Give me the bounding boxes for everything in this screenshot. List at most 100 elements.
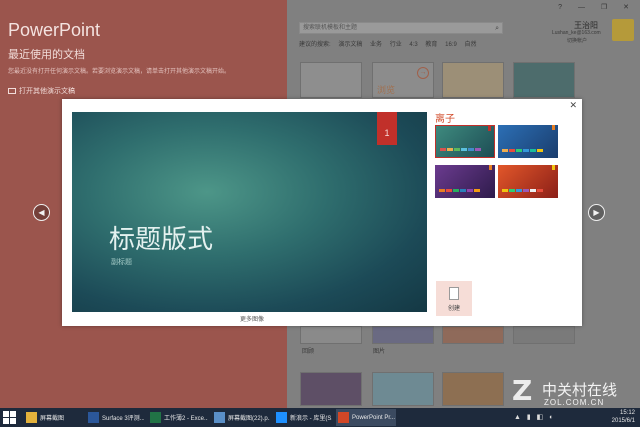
search-input[interactable]: 搜索联机模板和主题 ⌕	[299, 22, 503, 34]
suggestion-link[interactable]: 教育	[425, 42, 437, 48]
suggestion-link[interactable]: 4:3	[409, 42, 417, 48]
variant-tag	[489, 165, 492, 170]
clock-time: 15:12	[619, 410, 635, 416]
variant-color-swatch	[468, 148, 474, 151]
variant-color-swatch	[537, 149, 543, 152]
variant-tag	[552, 165, 555, 170]
suggestion-link[interactable]: 业务	[370, 42, 382, 48]
variant-color-swatch	[447, 148, 453, 151]
variant-color-swatch	[467, 189, 473, 192]
template-thumbnail[interactable]	[513, 326, 575, 344]
variant-color-swatch	[530, 189, 536, 192]
taskbar-item-browser[interactable]: 新浪示 - 库里(S...	[274, 409, 332, 426]
template-thumbnail[interactable]: 浏览 →	[372, 62, 434, 98]
previous-theme-button[interactable]: ◀	[33, 204, 50, 221]
taskbar-item-label: 工作薄2 - Exce...	[164, 416, 208, 422]
taskbar: 屏幕截图 Surface 3评测... 工作薄2 - Exce... 屏幕截图(…	[0, 408, 640, 427]
clock-date: 2015/6/1	[611, 418, 635, 424]
taskbar-item-excel[interactable]: 工作薄2 - Exce...	[148, 409, 208, 426]
variant-color-swatch	[474, 189, 480, 192]
taskbar-item-word[interactable]: Surface 3评测...	[86, 409, 144, 426]
template-thumbnail[interactable]	[300, 326, 362, 344]
ie-browser-icon	[276, 412, 287, 423]
slide-preview: 1 标题版式 副标题	[72, 112, 427, 312]
variant-color-bar	[439, 189, 480, 192]
variant-color-swatch	[537, 189, 543, 192]
variant-color-swatch	[454, 148, 460, 151]
taskbar-item-screenshots[interactable]: 屏幕截图	[24, 409, 82, 426]
variant-color-swatch	[509, 189, 515, 192]
suggestion-link[interactable]: 自然	[464, 42, 476, 48]
variant-color-swatch	[439, 189, 445, 192]
suggest-label: 建议的搜索:	[299, 42, 331, 48]
variant-color-swatch	[502, 189, 508, 192]
create-button[interactable]: 创建	[436, 281, 472, 316]
theme-variant-blue[interactable]	[498, 125, 558, 158]
theme-preview-dialog: ✕ 1 标题版式 副标题 更多图像 离子 创建	[62, 99, 582, 326]
theme-variant-purple[interactable]	[435, 165, 495, 198]
variant-color-swatch	[516, 189, 522, 192]
template-thumbnail[interactable]	[513, 62, 575, 98]
variant-color-bar	[502, 149, 543, 152]
variant-color-bar	[502, 189, 543, 192]
search-icon[interactable]: ⌕	[495, 24, 499, 34]
template-thumbnail[interactable]	[442, 372, 504, 406]
theme-variant-teal[interactable]	[435, 125, 495, 158]
variant-color-swatch	[509, 149, 515, 152]
open-other-link[interactable]: 打开其他演示文稿	[8, 86, 75, 96]
browse-thumb-text: 浏览	[377, 85, 396, 95]
variant-color-swatch	[516, 149, 522, 152]
next-theme-button[interactable]: ▶	[588, 204, 605, 221]
slide-subtitle: 副标题	[111, 259, 132, 266]
app-title: PowerPoint	[8, 20, 101, 40]
variant-color-swatch	[461, 148, 467, 151]
watermark-name: 中关村在线	[542, 381, 618, 399]
template-thumbnail[interactable]	[300, 62, 362, 98]
recent-heading: 最近使用的文档	[8, 49, 85, 61]
create-label: 创建	[447, 306, 460, 312]
windows-start-icon[interactable]	[3, 411, 16, 424]
watermark: Z 中关村在线 ZOL.COM.CN	[512, 376, 636, 408]
variant-color-swatch	[460, 189, 466, 192]
system-tray-icons[interactable]: ▲ ▮ ◧ ◐	[514, 413, 555, 421]
window-controls[interactable]: ? — ❐ ✕	[558, 3, 636, 11]
folder-icon	[26, 412, 37, 423]
watermark-url: ZOL.COM.CN	[544, 398, 605, 407]
more-images-link[interactable]: 更多图像	[240, 314, 264, 323]
word-icon	[88, 412, 99, 423]
taskbar-item-label: 屏幕截图(22).p...	[228, 416, 270, 422]
switch-account-link[interactable]: 切换帐户	[567, 37, 587, 44]
avatar[interactable]	[612, 19, 634, 41]
image-viewer-icon	[214, 412, 225, 423]
taskbar-item-powerpoint[interactable]: PowerPoint Pr...	[336, 409, 396, 426]
open-other-label: 打开其他演示文稿	[19, 88, 75, 95]
suggestion-link[interactable]: 演示文稿	[338, 42, 362, 48]
folder-icon	[8, 88, 16, 95]
template-label: 图片	[373, 349, 386, 355]
variant-color-swatch	[475, 148, 481, 151]
taskbar-item-label: Surface 3评测...	[102, 416, 144, 422]
clock[interactable]: 15:12 2015/6/1	[612, 409, 635, 425]
suggestion-link[interactable]: 16:9	[445, 42, 457, 48]
template-thumbnail[interactable]	[300, 372, 362, 406]
template-thumbnail[interactable]	[372, 372, 434, 406]
variant-color-bar	[440, 148, 481, 151]
watermark-logo: Z	[512, 374, 533, 407]
variant-color-swatch	[530, 149, 536, 152]
variant-color-swatch	[440, 148, 446, 151]
theme-variant-orange[interactable]	[498, 165, 558, 198]
taskbar-item-label: 屏幕截图	[40, 416, 65, 422]
variant-color-swatch	[453, 189, 459, 192]
close-icon[interactable]: ✕	[569, 100, 577, 111]
template-thumbnail[interactable]	[372, 326, 434, 344]
variant-color-swatch	[502, 149, 508, 152]
template-thumbnail[interactable]	[442, 326, 504, 344]
suggestion-link[interactable]: 行业	[390, 42, 402, 48]
taskbar-item-label: PowerPoint Pr...	[352, 414, 396, 421]
variant-tag	[488, 126, 491, 131]
powerpoint-icon	[338, 412, 349, 423]
template-thumbnail[interactable]	[442, 62, 504, 98]
taskbar-item-image[interactable]: 屏幕截图(22).p...	[212, 409, 270, 426]
variant-color-swatch	[523, 189, 529, 192]
variant-tag	[552, 125, 555, 130]
